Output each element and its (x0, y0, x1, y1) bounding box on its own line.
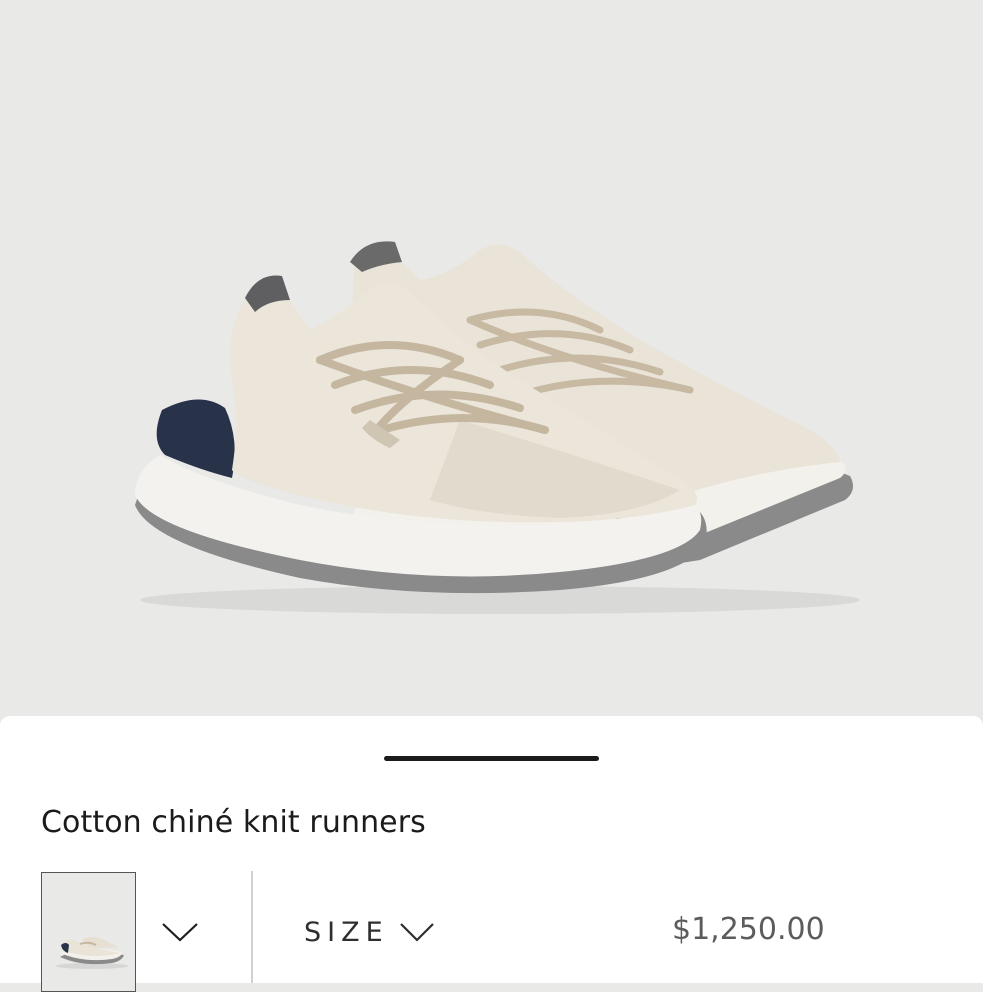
product-image[interactable] (0, 0, 983, 720)
size-selector-button[interactable]: SIZE (304, 912, 435, 952)
product-price: $1,250.00 (672, 912, 825, 947)
sheet-drag-handle[interactable] (384, 756, 599, 761)
color-selector-button[interactable] (161, 920, 199, 944)
product-bottom-sheet: Cotton chiné knit runners SIZE $1,250.00 (0, 716, 983, 992)
chevron-down-icon (399, 923, 434, 942)
product-title: Cotton chiné knit runners (41, 805, 426, 840)
sneaker-pair-illustration (135, 241, 860, 614)
size-label: SIZE (304, 916, 389, 948)
vertical-divider (251, 871, 253, 983)
color-swatch-thumbnail[interactable] (41, 872, 136, 992)
sneaker-thumbnail-image (56, 937, 128, 969)
chevron-down-icon (162, 923, 198, 942)
